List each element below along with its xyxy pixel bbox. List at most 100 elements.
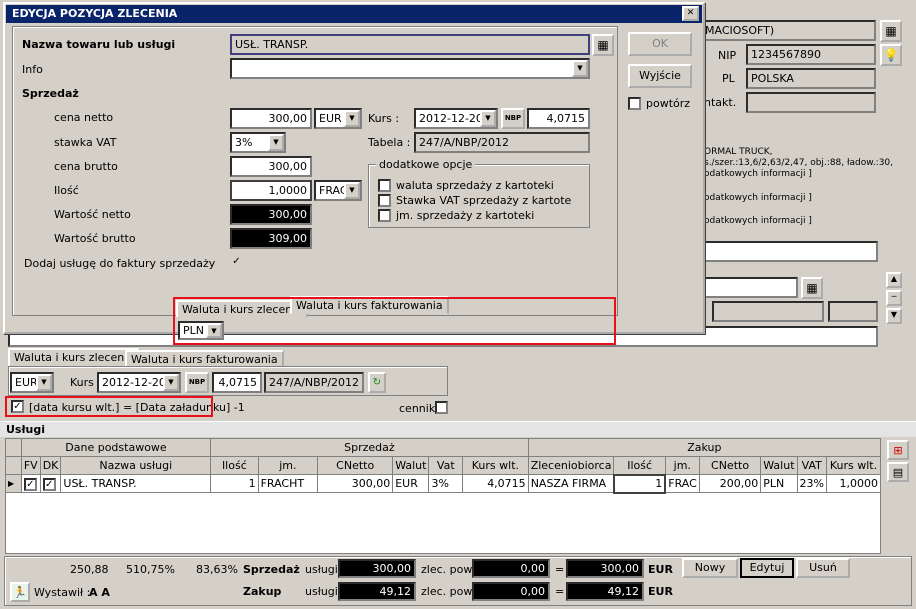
- bg-field-b[interactable]: [712, 301, 824, 322]
- cell-p-cnetto[interactable]: 200,00: [698, 474, 762, 493]
- vat-select[interactable]: 3% ▼: [230, 132, 286, 153]
- issuer-label: Wystawił :: [34, 586, 91, 599]
- opt2-checkbox[interactable]: [378, 194, 391, 207]
- new-button[interactable]: Nowy: [682, 558, 738, 578]
- scroll-down-button[interactable]: ▼: [886, 308, 902, 324]
- nip-field[interactable]: 1234567890: [746, 44, 876, 65]
- opt1-label: waluta sprzedaży z kartoteki: [396, 179, 554, 192]
- cell-p-rate[interactable]: 1,0000: [825, 474, 882, 493]
- bg-rate-value[interactable]: 4,0715: [212, 372, 262, 393]
- bg-rate-date-select[interactable]: 2012-12-20 ▼: [97, 372, 181, 393]
- footer-sales-label: Sprzedaż: [243, 563, 300, 576]
- cell-rate[interactable]: 4,0715: [462, 474, 529, 493]
- opt3-label: jm. sprzedaży z kartoteki: [396, 209, 535, 222]
- issuer-value: A A: [89, 586, 110, 599]
- company-field[interactable]: MACIOSOFT): [700, 20, 876, 41]
- cennik-label: cennik: [399, 402, 436, 415]
- currency-select[interactable]: EUR ▼: [314, 108, 362, 129]
- bg-tab-invoice-rate[interactable]: Waluta i kurs fakturowania: [125, 350, 284, 367]
- runner-icon[interactable]: 🏃: [10, 582, 30, 602]
- repeat-checkbox[interactable]: [628, 97, 641, 110]
- cennik-checkbox[interactable]: [435, 401, 448, 414]
- info-select[interactable]: ▼: [230, 58, 590, 79]
- note-line-2: s./szer.:13,6/2,63/2,47, obj.:88, ładow.…: [704, 158, 894, 168]
- company-lookup-icon[interactable]: ▦: [880, 20, 902, 42]
- footer-eq-2: =: [555, 585, 565, 598]
- bg-field-a[interactable]: [704, 277, 798, 298]
- col-currency[interactable]: Walut: [392, 456, 430, 475]
- ok-button[interactable]: OK: [628, 32, 692, 56]
- bulb-icon[interactable]: 💡: [880, 44, 902, 66]
- col-cnetto[interactable]: CNetto: [317, 456, 394, 475]
- bg-lookup-icon[interactable]: ▦: [801, 277, 823, 299]
- rate-date-select[interactable]: 2012-12-20 ▼: [414, 108, 498, 129]
- footer-purchase-label: Zakup: [243, 585, 282, 598]
- refresh-icon[interactable]: ↻: [368, 372, 386, 393]
- col-contractor[interactable]: Zleceniobiorca: [527, 456, 615, 475]
- country-field[interactable]: POLSKA: [746, 68, 876, 89]
- bg-currency-select[interactable]: EUR ▼: [10, 372, 54, 393]
- bg-field-c[interactable]: [828, 301, 878, 322]
- cell-contractor[interactable]: NASZA FIRMA: [527, 474, 615, 493]
- col-p-qty[interactable]: Ilość: [613, 456, 666, 475]
- footer-other-label-2: zlec. pow.: [421, 585, 475, 598]
- pl-label: PL: [722, 72, 735, 85]
- name-lookup-icon[interactable]: ▦: [592, 34, 614, 56]
- services-title: Usługi: [6, 423, 46, 436]
- services-header: [0, 421, 916, 437]
- add-to-invoice-checkbox[interactable]: ✓: [230, 257, 243, 270]
- col-rate[interactable]: Kurs wlt.: [462, 456, 529, 475]
- cell-name[interactable]: USŁ. TRANSP.: [60, 474, 212, 493]
- contact-field[interactable]: [746, 92, 876, 113]
- col-dk[interactable]: DK: [39, 456, 62, 475]
- col-p-unit[interactable]: jm.: [664, 456, 700, 475]
- bg-tab-order-rate[interactable]: Waluta i kurs zlecenia: [8, 348, 140, 366]
- col-p-rate[interactable]: Kurs wlt.: [825, 456, 882, 475]
- exit-button[interactable]: Wyjście: [628, 64, 692, 88]
- rate-value-field[interactable]: 4,0715: [527, 108, 590, 129]
- cell-vat[interactable]: 3%: [428, 474, 464, 493]
- name-field[interactable]: USŁ. TRANSP.: [230, 34, 590, 55]
- gross-price-field[interactable]: 300,00: [230, 156, 312, 177]
- col-qty[interactable]: Ilość: [210, 456, 259, 475]
- opt1-checkbox[interactable]: [378, 179, 391, 192]
- cell-p-vat[interactable]: 23%: [796, 474, 827, 493]
- cell-qty[interactable]: 1: [210, 474, 259, 493]
- row-pointer-icon: ▶: [5, 474, 22, 493]
- col-fv[interactable]: FV: [20, 456, 41, 475]
- add-service-icon[interactable]: ⊞: [887, 440, 909, 460]
- cell-p-currency[interactable]: PLN: [760, 474, 798, 493]
- cell-dk[interactable]: ✓: [39, 474, 62, 493]
- dialog-close-button[interactable]: ✕: [682, 6, 699, 21]
- cell-p-qty[interactable]: 1: [612, 473, 667, 494]
- cell-fv[interactable]: ✓: [20, 474, 41, 493]
- col-vat[interactable]: Vat: [428, 456, 464, 475]
- qty-field[interactable]: 1,0000: [230, 180, 312, 201]
- net-price-field[interactable]: 300,00: [230, 108, 312, 129]
- delete-button[interactable]: Usuń: [796, 558, 850, 578]
- services-table[interactable]: Dane podstawowe Sprzedaż Zakup FV DK Naz…: [5, 438, 882, 494]
- unit-select[interactable]: FRAC ▼: [314, 180, 362, 201]
- edit-button[interactable]: Edytuj: [740, 558, 794, 578]
- col-p-vat[interactable]: VAT: [796, 456, 827, 475]
- col-p-cnetto[interactable]: CNetto: [698, 456, 762, 475]
- cell-p-unit[interactable]: FRAC: [664, 474, 700, 493]
- cell-currency[interactable]: EUR: [392, 474, 430, 493]
- scroll-up-button[interactable]: ▲: [886, 272, 902, 288]
- add-to-invoice-label: Dodaj usługę do faktury sprzedaży: [24, 257, 216, 270]
- rate-label: Kurs :: [368, 112, 400, 125]
- contact-label: ntakt.: [704, 96, 737, 109]
- table-row[interactable]: ▶ ✓ ✓ USŁ. TRANSP. 1 FRACHT 300,00 EUR 3…: [5, 473, 882, 494]
- col-name[interactable]: Nazwa usługi: [60, 456, 212, 475]
- opt3-checkbox[interactable]: [378, 209, 391, 222]
- cell-cnetto[interactable]: 300,00: [317, 474, 394, 493]
- note-line-1: ORMAL TRUCK,: [704, 147, 773, 157]
- notes-input[interactable]: [704, 241, 878, 262]
- scroll-mid-button[interactable]: ─: [886, 290, 902, 306]
- bg-nbp-button[interactable]: NBP: [185, 372, 209, 393]
- col-p-currency[interactable]: Walut: [760, 456, 798, 475]
- cell-unit[interactable]: FRACHT: [257, 474, 319, 493]
- nbp-button[interactable]: NBP: [501, 108, 525, 129]
- col-unit[interactable]: jm.: [257, 456, 319, 475]
- calculator-icon[interactable]: ▤: [887, 462, 909, 482]
